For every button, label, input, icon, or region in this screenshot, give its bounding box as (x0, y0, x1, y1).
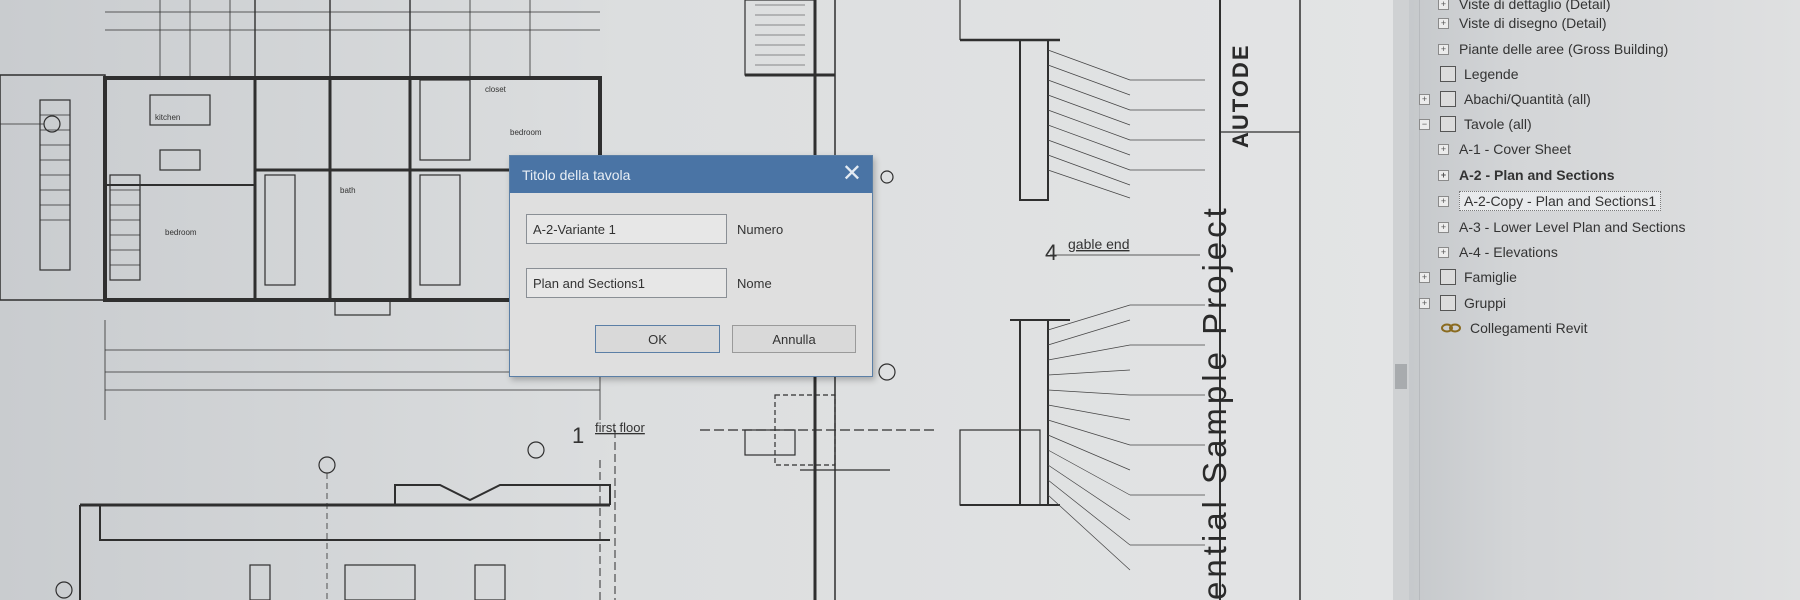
expand-icon[interactable]: + (1419, 271, 1430, 283)
tree-item-label: A-2-Copy - Plan and Sections1 (1459, 191, 1662, 211)
expand-icon[interactable]: + (1438, 0, 1449, 10)
tree-item-label: Tavole (all) (1464, 116, 1532, 132)
expand-icon[interactable]: + (1438, 17, 1449, 29)
tree-item-sheets[interactable]: − Tavole (all) (1419, 112, 1532, 136)
tree-item-label: A-3 - Lower Level Plan and Sections (1459, 219, 1686, 235)
view-number-first-floor: 1 (572, 423, 584, 448)
tree-item-area-plans[interactable]: + Piante delle aree (Gross Building) (1438, 37, 1668, 61)
scrollbar-thumb[interactable] (1395, 364, 1407, 389)
groups-icon (1440, 295, 1456, 311)
sheets-icon (1440, 116, 1456, 132)
tree-item-sheet-a2-copy[interactable]: + A-2-Copy - Plan and Sections1 (1438, 189, 1662, 213)
view-title-first-floor: first floor (595, 420, 646, 435)
browser-scrollbar[interactable] (1393, 0, 1409, 600)
tree-item-label: Abachi/Quantità (all) (1464, 91, 1591, 107)
expand-icon[interactable]: + (1438, 143, 1449, 155)
revit-links-icon (1441, 323, 1461, 333)
tree-item-label: Viste di disegno (Detail) (1459, 15, 1607, 31)
tree-item-sheet-a2[interactable]: + A-2 - Plan and Sections (1438, 163, 1615, 187)
tree-item-drafting-views[interactable]: + Viste di disegno (Detail) (1438, 11, 1607, 35)
tree-item-label: A-4 - Elevations (1459, 244, 1558, 260)
tree-item-schedules[interactable]: + Abachi/Quantità (all) (1419, 87, 1591, 111)
collapse-icon[interactable]: − (1419, 118, 1430, 130)
tree-item-label: Gruppi (1464, 295, 1507, 311)
sheet-number-label: Numero (737, 221, 784, 237)
sheet-number-field[interactable] (526, 214, 727, 244)
dialog-titlebar[interactable]: Titolo della tavola ✕ (510, 156, 872, 193)
tree-item-groups[interactable]: + Gruppi (1419, 291, 1506, 315)
tree-item-families[interactable]: + Famiglie (1419, 265, 1517, 289)
dialog-title: Titolo della tavola (522, 166, 631, 183)
tree-item-sheet-a1[interactable]: + A-1 - Cover Sheet (1438, 137, 1571, 161)
schedule-icon (1440, 91, 1456, 107)
room-label-kitchen: kitchen (155, 113, 180, 122)
tree-item-label: A-2 - Plan and Sections (1459, 167, 1615, 183)
sheet-border-project-title: ential Sample Project (1196, 204, 1233, 600)
tree-item-label: Legende (1464, 66, 1519, 82)
cancel-button[interactable]: Annulla (732, 325, 856, 353)
expand-icon[interactable]: + (1438, 221, 1449, 233)
families-icon (1440, 269, 1456, 285)
tree-item-label: Collegamenti Revit (1470, 320, 1588, 336)
sheet-title-dialog: Titolo della tavola ✕ Numero Nome OK Ann… (509, 155, 873, 377)
room-label-bedroom-1: bedroom (165, 228, 197, 237)
expand-icon[interactable]: + (1419, 93, 1430, 105)
sheet-number-row: Numero (526, 214, 783, 244)
expand-icon[interactable]: + (1438, 246, 1449, 258)
legend-icon (1440, 66, 1456, 82)
sheet-name-label: Nome (737, 275, 772, 291)
view-number-gable-end: 4 (1045, 240, 1057, 265)
room-label-bath: bath (340, 186, 356, 195)
room-label-closet: closet (485, 85, 507, 94)
expand-icon[interactable]: + (1419, 297, 1430, 309)
tree-item-sheet-a4[interactable]: + A-4 - Elevations (1438, 240, 1558, 264)
tree-item-label: A-1 - Cover Sheet (1459, 141, 1572, 157)
close-icon[interactable]: ✕ (842, 161, 862, 187)
view-title-gable-end: gable end (1068, 236, 1130, 252)
expand-icon[interactable]: + (1438, 43, 1449, 55)
sheet-name-row: Nome (526, 268, 772, 298)
expand-icon[interactable]: + (1438, 195, 1449, 207)
tree-item-legends[interactable]: Legende (1419, 62, 1519, 86)
drawing-canvas[interactable]: 1 first floor 4 gable end kitchen bedroo… (0, 0, 1393, 600)
tree-item-label: Famiglie (1464, 269, 1517, 285)
tree-item-label: Piante delle aree (Gross Building) (1459, 41, 1669, 57)
sheet-name-field[interactable] (526, 268, 727, 298)
room-label-bedroom-2: bedroom (510, 128, 542, 137)
ok-button[interactable]: OK (595, 325, 720, 353)
autodesk-logo: AUTODE (1228, 43, 1253, 149)
tree-item-revit-links[interactable]: Collegamenti Revit (1419, 316, 1588, 340)
project-browser: + Viste di dettaglio (Detail) + Viste di… (1393, 0, 1800, 600)
tree-item-sheet-a3[interactable]: + A-3 - Lower Level Plan and Sections (1438, 215, 1685, 239)
expand-icon[interactable]: + (1438, 169, 1449, 181)
